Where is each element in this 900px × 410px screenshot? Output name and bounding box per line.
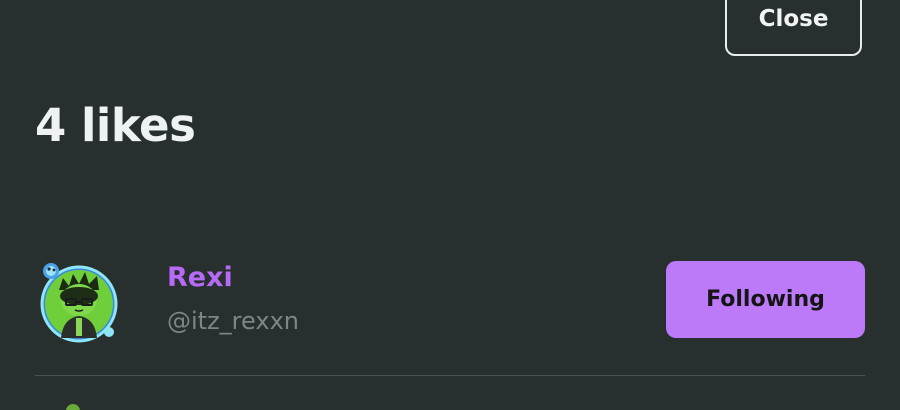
likes-modal: Close 4 likes Rexi @itz_rexxn Following xyxy=(0,0,900,410)
avatar-image xyxy=(40,263,118,343)
avatar[interactable] xyxy=(37,260,121,344)
likes-count-title: 4 likes xyxy=(35,99,196,152)
user-handle: @itz_rexxn xyxy=(167,307,299,335)
user-display-name[interactable]: Rexi xyxy=(167,261,233,295)
close-button[interactable]: Close xyxy=(725,0,862,56)
divider xyxy=(35,375,865,376)
following-button[interactable]: Following xyxy=(666,261,865,338)
next-avatar-peek xyxy=(66,404,80,410)
list-item: Rexi @itz_rexxn Following xyxy=(35,255,865,355)
